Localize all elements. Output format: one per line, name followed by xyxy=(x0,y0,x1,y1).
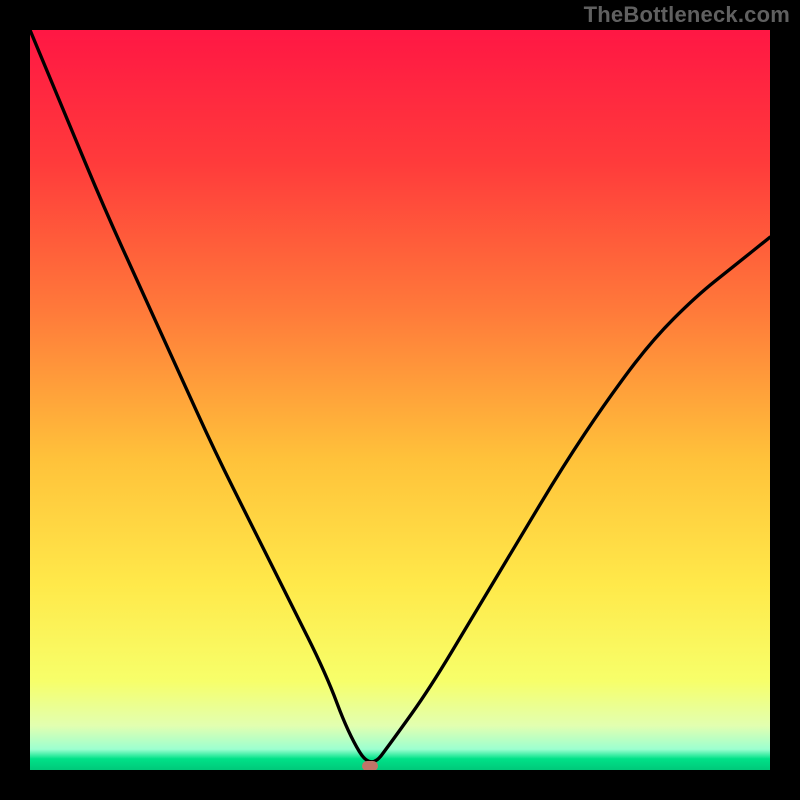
bottleneck-curve xyxy=(30,30,770,770)
chart-wrapper: TheBottleneck.com xyxy=(0,0,800,800)
minimum-marker xyxy=(362,761,378,770)
plot-area xyxy=(30,30,770,770)
watermark-text: TheBottleneck.com xyxy=(584,2,790,28)
